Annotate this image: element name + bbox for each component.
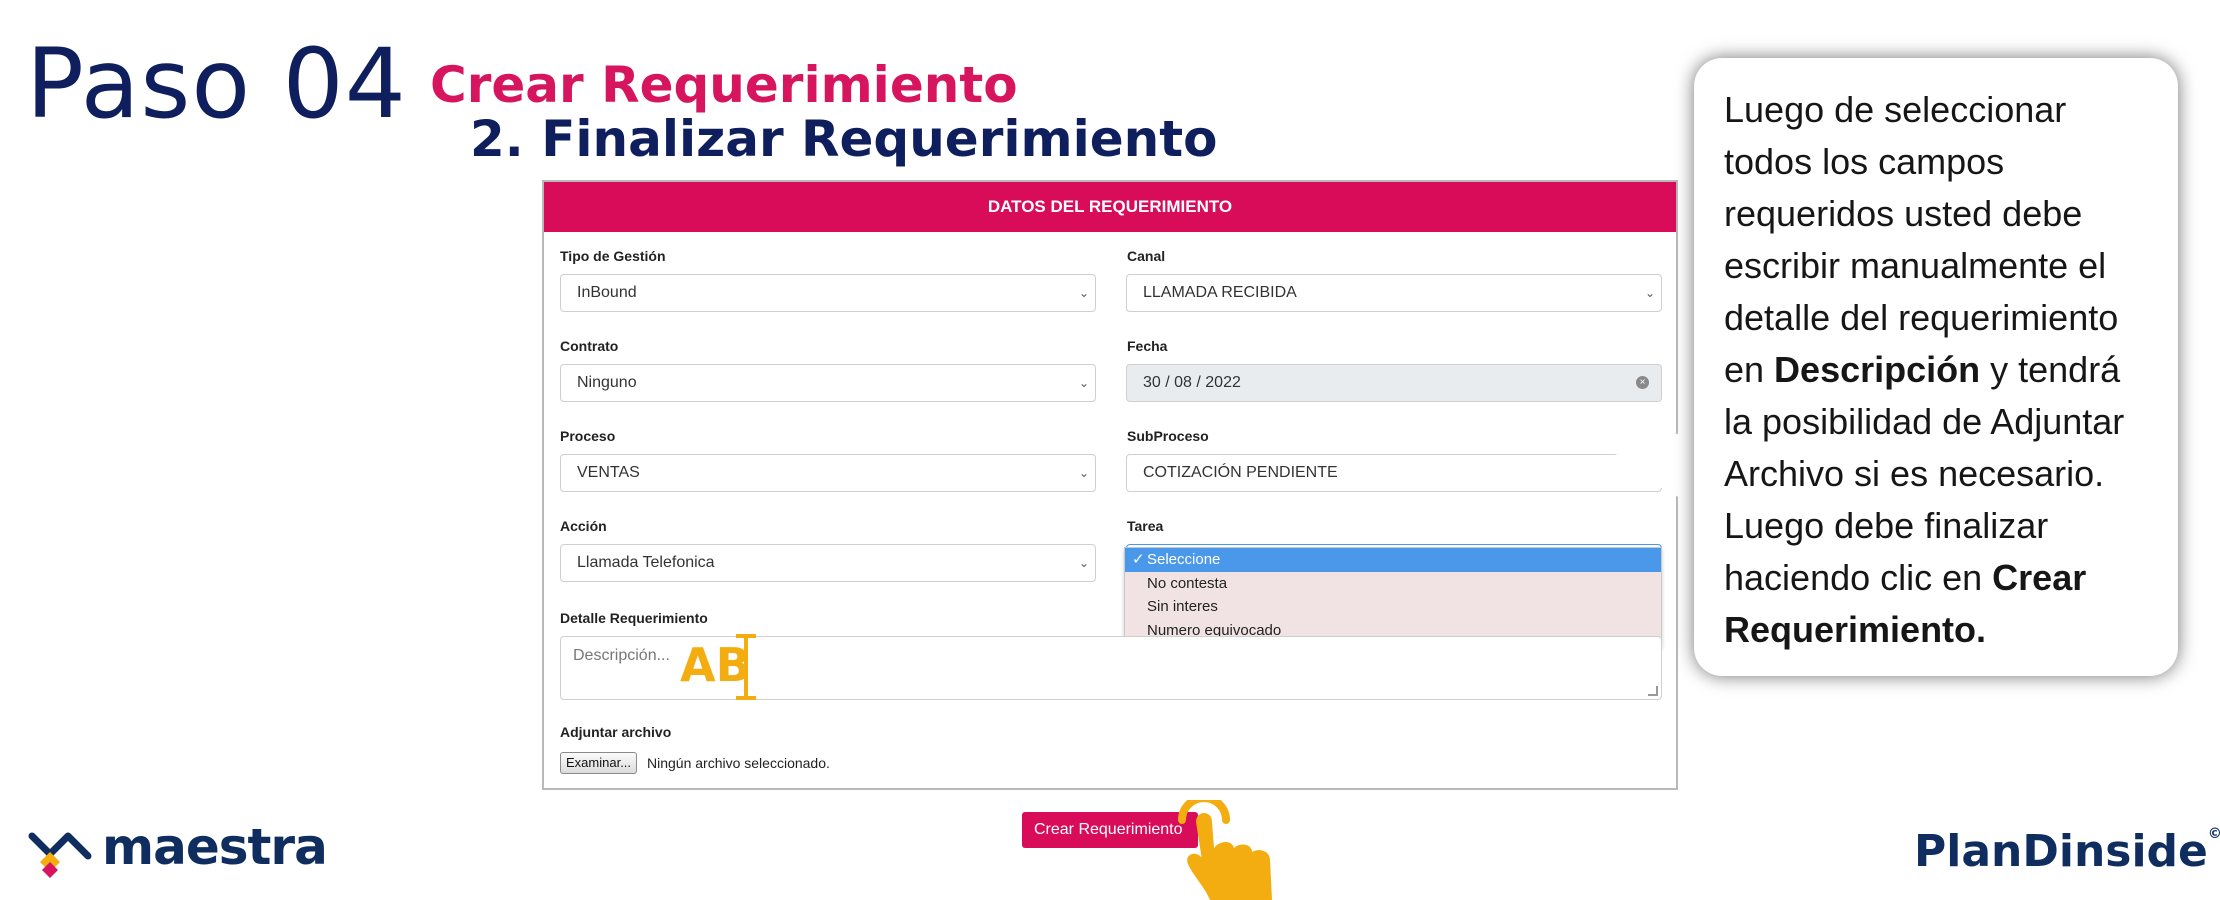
canal-label: Canal bbox=[1127, 248, 1166, 264]
typing-hint: AB bbox=[680, 638, 751, 692]
chevron-down-icon: ⌄ bbox=[1644, 286, 1655, 300]
accion-label: Acción bbox=[560, 518, 607, 534]
check-icon: ✓ bbox=[1132, 551, 1145, 568]
chevron-down-icon: ⌄ bbox=[1078, 466, 1089, 480]
callout-text: Luego de seleccionar todos los campos re… bbox=[1724, 89, 2119, 390]
detalle-label: Detalle Requerimiento bbox=[560, 610, 708, 626]
tarea-option-sin-interes[interactable]: Sin interes bbox=[1125, 595, 1661, 619]
section-title: Crear Requerimiento bbox=[430, 56, 1018, 114]
copyright-mark: © bbox=[2207, 826, 2220, 842]
descripcion-placeholder: Descripción... bbox=[573, 647, 670, 664]
tipo-gestion-value: InBound bbox=[577, 284, 637, 301]
section-subtitle: 2. Finalizar Requerimiento bbox=[470, 110, 1218, 168]
adjuntar-label: Adjuntar archivo bbox=[560, 724, 672, 740]
canal-value: LLAMADA RECIBIDA bbox=[1143, 284, 1297, 301]
fecha-input[interactable]: 30 / 08 / 2022 × bbox=[1126, 364, 1662, 402]
callout-tail bbox=[1606, 424, 1706, 512]
proceso-select[interactable]: VENTAS ⌄ bbox=[560, 454, 1096, 492]
browse-file-button[interactable]: Examinar... bbox=[560, 752, 638, 774]
contrato-select[interactable]: Ninguno ⌄ bbox=[560, 364, 1096, 402]
chevron-down-icon: ⌄ bbox=[1078, 556, 1089, 570]
tarea-option-no-contesta[interactable]: No contesta bbox=[1125, 572, 1661, 596]
file-status: Ningún archivo seleccionado. bbox=[647, 755, 830, 771]
callout-emphasis: Descripción bbox=[1774, 349, 1981, 390]
subproceso-value: COTIZACIÓN PENDIENTE bbox=[1143, 464, 1338, 481]
contrato-label: Contrato bbox=[560, 338, 619, 354]
form-header: DATOS DEL REQUERIMIENTO bbox=[544, 182, 1676, 232]
proceso-value: VENTAS bbox=[577, 464, 640, 481]
tarea-dropdown-list: ✓ Seleccione No contesta Sin interes Num… bbox=[1124, 547, 1662, 647]
step-label: Paso 04 bbox=[26, 28, 407, 140]
instruction-callout: Luego de seleccionar todos los campos re… bbox=[1694, 58, 2178, 676]
canal-select[interactable]: LLAMADA RECIBIDA ⌄ bbox=[1126, 274, 1662, 312]
tarea-option-seleccione[interactable]: ✓ Seleccione bbox=[1125, 548, 1661, 572]
clear-icon[interactable]: × bbox=[1636, 376, 1649, 389]
chevron-down-icon: ⌄ bbox=[1078, 376, 1089, 390]
contrato-value: Ninguno bbox=[577, 374, 637, 391]
chevron-down-icon: ⌄ bbox=[1078, 286, 1089, 300]
accion-value: Llamada Telefonica bbox=[577, 554, 715, 571]
proceso-label: Proceso bbox=[560, 428, 616, 444]
tipo-gestion-label: Tipo de Gestión bbox=[560, 248, 666, 264]
maestra-logo: maestra bbox=[102, 818, 328, 876]
option-label: Seleccione bbox=[1147, 551, 1221, 568]
accion-select[interactable]: Llamada Telefonica ⌄ bbox=[560, 544, 1096, 582]
option-label: Sin interes bbox=[1147, 598, 1218, 615]
plandinside-logo: PlanDinside© bbox=[1914, 826, 2220, 877]
text-cursor-icon bbox=[736, 696, 756, 700]
tarea-label: Tarea bbox=[1127, 518, 1164, 534]
fecha-label: Fecha bbox=[1127, 338, 1168, 354]
resize-handle-icon[interactable] bbox=[1648, 686, 1658, 696]
hand-pointer-icon bbox=[1178, 800, 1272, 900]
text-cursor-icon bbox=[744, 634, 748, 700]
subproceso-label: SubProceso bbox=[1127, 428, 1209, 444]
plandinside-logo-text: PlanDinside bbox=[1914, 826, 2208, 877]
fecha-value: 30 / 08 / 2022 bbox=[1143, 374, 1241, 391]
tipo-gestion-select[interactable]: InBound ⌄ bbox=[560, 274, 1096, 312]
subproceso-select[interactable]: COTIZACIÓN PENDIENTE bbox=[1126, 454, 1662, 492]
option-label: No contesta bbox=[1147, 574, 1228, 592]
maestra-logo-icon bbox=[28, 832, 92, 878]
